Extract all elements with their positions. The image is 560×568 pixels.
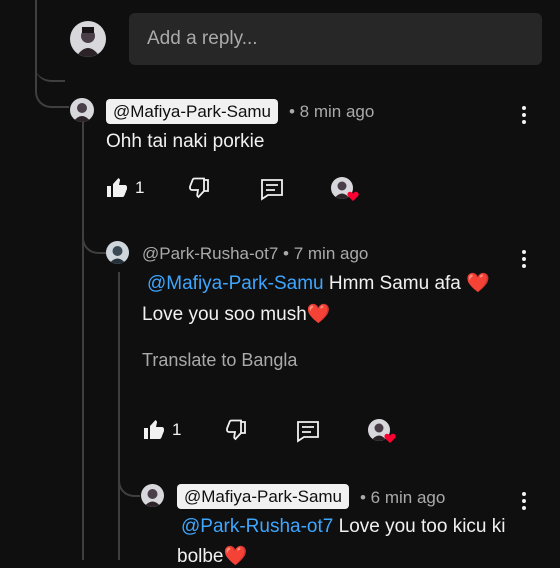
kebab-menu-icon[interactable] [521,106,527,124]
thread-curve [118,475,140,497]
like-count: 1 [172,420,182,439]
timestamp: • 8 min ago [289,102,375,121]
reply-button[interactable] [295,418,321,444]
thread-curve [35,62,69,108]
comment-text-line: @Mafiya-Park-Samu Hmm Samu afa ❤️ [147,271,490,295]
comment-text-line: @Park-Rusha-ot7 Love you too kicu ki [181,516,506,538]
author-chip[interactable]: @Mafiya-Park-Samu [177,484,350,509]
like-button[interactable]: 1 [142,418,181,442]
avatar[interactable] [70,98,94,122]
kebab-menu-icon[interactable] [521,250,527,268]
translate-link[interactable]: Translate to Bangla [142,350,297,371]
timestamp: • 7 min ago [283,244,369,263]
mention-link[interactable]: @Mafiya-Park-Samu [147,273,324,294]
thread-line [118,272,120,560]
author-chip[interactable]: @Mafiya-Park-Samu [106,99,279,124]
thread-line [82,122,84,560]
reply-input[interactable]: Add a reply... [129,13,542,65]
comment-text: Love you soo mush❤️ [142,304,331,325]
comment-text: Ohh tai naki porkie [106,131,265,152]
kebab-menu-icon[interactable] [521,492,527,510]
author-name[interactable]: @Park-Rusha-ot7 [142,244,278,263]
thumbs-down-icon [226,419,246,441]
comment-text: bolbe❤️ [177,546,248,567]
avatar[interactable] [70,21,106,57]
thread-curve [82,230,106,254]
comment-text: Love you too kicu ki [338,516,506,537]
creator-heart-icon [347,191,359,201]
comment-icon [297,421,319,443]
thumbs-up-icon [107,178,127,197]
avatar[interactable] [106,241,129,264]
author-and-time: @Park-Rusha-ot7 • 7 min ago [142,244,368,264]
dislike-button[interactable] [187,177,211,201]
thumbs-up-icon [144,420,164,439]
like-count: 1 [135,178,145,197]
like-button[interactable]: 1 [105,176,144,200]
mention-link[interactable]: @Park-Rusha-ot7 [181,516,333,537]
reply-button[interactable] [259,176,285,202]
timestamp: • 6 min ago [360,488,446,507]
creator-heart-icon [384,433,396,443]
avatar[interactable] [141,484,164,507]
comment-icon [261,179,283,201]
dislike-button[interactable] [224,419,248,443]
thumbs-down-icon [189,177,209,199]
comment-text: Hmm Samu afa ❤️ [328,273,490,294]
